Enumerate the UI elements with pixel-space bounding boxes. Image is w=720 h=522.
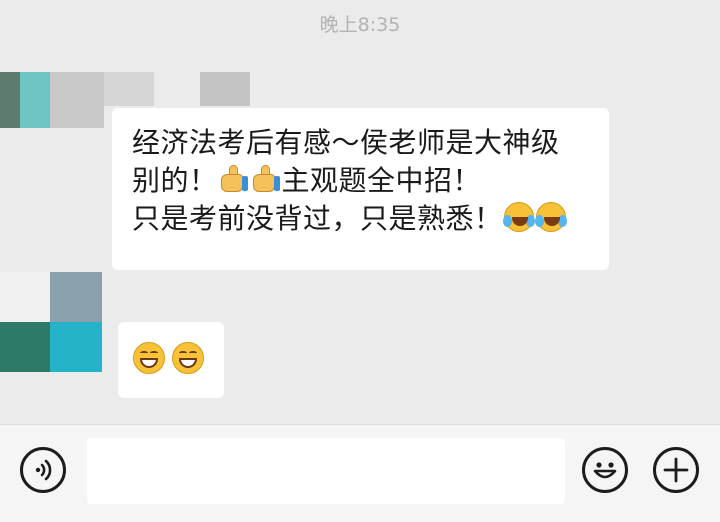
sender-avatar[interactable] [0,72,104,128]
message-text: 只是考前没背过，只是熟悉！ [132,202,503,235]
avatar-mosaic-block [104,72,154,106]
thumbs-up-icon [219,164,249,194]
grinning-icon [172,342,204,374]
sender-avatar[interactable] [0,272,102,372]
message-bubble[interactable] [118,322,224,398]
smiley-icon [593,462,617,479]
laughing-crying-icon [534,202,567,232]
message-bubble[interactable]: 经济法考后有感～侯老师是大神级 别的！ 主观题全中招！ 只是考前没背过，只是熟悉！ [112,108,609,270]
voice-icon [35,459,52,481]
message-text: 主观题全中招！ [281,164,482,197]
laughing-crying-icon [502,202,535,232]
message-timestamp: 晚上8:35 [319,14,401,36]
message-line: 经济法考后有感～侯老师是大神级 [132,126,560,159]
more-button[interactable] [653,447,699,493]
avatar-mosaic-block [200,72,250,106]
emoji-button[interactable] [582,447,628,493]
chat-screen: 晚上8:35 经济法考后有感～侯老师是大神级 别的！ 主观题全中招！ 只是考前没背… [0,0,720,522]
message-line: 只是考前没背过，只是熟悉！ [132,200,591,238]
grinning-icon [133,342,165,374]
message-text: 别的！ [132,164,218,197]
message-line: 别的！ 主观题全中招！ [132,162,591,200]
message-input[interactable] [87,438,565,504]
voice-button[interactable] [20,447,66,493]
plus-icon [663,457,689,483]
thumbs-up-icon [251,164,281,194]
